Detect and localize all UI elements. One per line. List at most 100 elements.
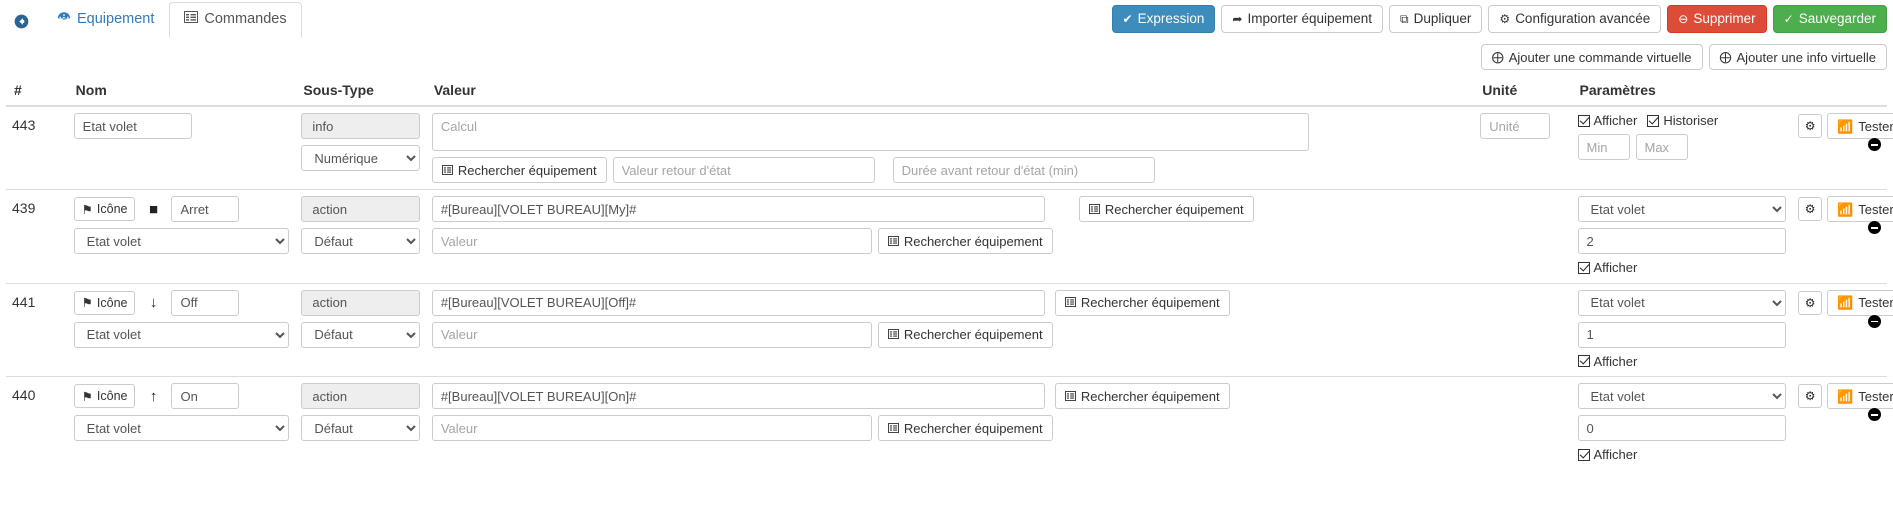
command-name-input[interactable] — [73, 113, 192, 139]
copy-icon: ⧉ — [1400, 12, 1409, 26]
command-name-input[interactable] — [171, 196, 240, 222]
value-input[interactable] — [431, 228, 872, 254]
list-icon — [184, 11, 199, 28]
return-delay-input[interactable] — [892, 157, 1155, 183]
icon-picker-button[interactable]: ⚑ Icône — [73, 384, 136, 408]
tab-bar: Equipement Commandes — [0, 0, 302, 38]
tab-equipement[interactable]: Equipement — [42, 2, 169, 38]
search-equipment-button-2[interactable]: Rechercher équipement — [877, 321, 1053, 348]
remove-command-button[interactable] — [1868, 138, 1881, 151]
linked-info-select[interactable]: Etat volet — [73, 321, 290, 348]
table-header-row: # Nom Sous-Type Valeur Unité Paramètres — [6, 76, 1887, 107]
checkbox-box — [1577, 355, 1590, 367]
search-equipment-button[interactable]: Rechercher équipement — [1054, 289, 1230, 316]
tab-commandes[interactable]: Commandes — [169, 2, 302, 38]
rss-icon: 📶 — [1837, 388, 1854, 404]
afficher-checkbox[interactable]: Afficher — [1577, 354, 1637, 369]
list-icon — [441, 164, 453, 177]
historiser-checkbox[interactable]: Historiser — [1647, 113, 1718, 128]
afficher-label: Afficher — [1593, 113, 1638, 128]
afficher-checkbox[interactable]: Afficher — [1577, 447, 1637, 462]
linked-info-select[interactable]: Etat volet — [73, 228, 290, 254]
expression-input[interactable] — [431, 196, 1045, 222]
flag-icon: ⚑ — [81, 389, 93, 404]
expression-input[interactable] — [431, 289, 1045, 316]
param-info-select[interactable]: Etat volet — [1577, 196, 1787, 222]
table-row: 439 ⚑ Icône ■ Etat volet action — [6, 189, 1893, 283]
search-equipment-button-2[interactable]: Rechercher équipement — [877, 415, 1053, 441]
icon-picker-button[interactable]: ⚑ Icône — [73, 197, 136, 221]
calcul-input[interactable] — [431, 113, 1309, 151]
command-name-input[interactable] — [171, 289, 240, 316]
expression-button[interactable]: ✔ Expression — [1111, 5, 1216, 33]
command-name-input[interactable] — [171, 383, 240, 409]
expression-input[interactable] — [431, 383, 1045, 409]
search-equipment-button[interactable]: Rechercher équipement — [431, 157, 607, 183]
gears-icon: ⚙ — [1804, 202, 1816, 216]
search-equipment-label: Rechercher équipement — [1080, 388, 1220, 404]
param-info-select[interactable]: Etat volet — [1577, 289, 1787, 316]
remove-command-button[interactable] — [1868, 221, 1881, 234]
action-subtype-select[interactable]: Défaut — [301, 321, 420, 348]
remove-command-button[interactable] — [1868, 314, 1881, 328]
row-name-cell: ⚑ Icône ↑ Etat volet — [67, 376, 296, 470]
search-equipment-button-2[interactable]: Rechercher équipement — [877, 228, 1053, 254]
row-params-cell: Etat volet Afficher — [1571, 189, 1793, 283]
configure-command-button[interactable]: ⚙ — [1798, 384, 1823, 408]
row-actions-cell: ⚙ 📶 Tester — [1792, 105, 1893, 190]
param-value-input[interactable] — [1577, 228, 1787, 254]
flag-icon: ⚑ — [81, 202, 93, 217]
advanced-config-button[interactable]: ⚙ Configuration avancée — [1488, 5, 1662, 33]
remove-command-button[interactable] — [1868, 408, 1881, 421]
configure-command-button[interactable]: ⚙ — [1798, 197, 1823, 221]
import-equipment-button[interactable]: ➦ Importer équipement — [1221, 5, 1384, 33]
back-button[interactable] — [0, 4, 42, 38]
delete-button[interactable]: ⊖ Supprimer — [1667, 5, 1767, 33]
param-value-input[interactable] — [1577, 321, 1787, 348]
table-row: 443 info Numérique — [6, 105, 1893, 190]
configure-command-button[interactable]: ⚙ — [1798, 290, 1823, 315]
min-input[interactable] — [1577, 134, 1630, 160]
linked-info-select[interactable]: Etat volet — [73, 415, 290, 441]
configure-command-button[interactable]: ⚙ — [1798, 114, 1823, 138]
value-type-select[interactable]: Numérique — [301, 145, 420, 171]
afficher-checkbox[interactable]: Afficher — [1577, 260, 1637, 275]
max-input[interactable] — [1635, 134, 1688, 160]
test-command-button[interactable]: 📶 Tester — [1827, 383, 1893, 409]
row-unit-cell — [1474, 189, 1572, 283]
row-unit-cell — [1474, 376, 1572, 470]
icon-picker-button[interactable]: ⚑ Icône — [73, 290, 136, 315]
gears-icon: ⚙ — [1804, 389, 1816, 403]
save-button[interactable]: ✓ Sauvegarder — [1772, 5, 1887, 33]
row-id: 439 — [6, 189, 68, 283]
row-unit-cell — [1474, 282, 1572, 377]
action-subtype-select[interactable]: Défaut — [301, 228, 420, 254]
test-command-button[interactable]: 📶 Tester — [1827, 113, 1893, 139]
param-info-select[interactable]: Etat volet — [1577, 383, 1787, 409]
tab-commandes-label: Commandes — [204, 11, 287, 28]
afficher-checkbox[interactable]: Afficher — [1577, 113, 1638, 128]
header-parametres: Paramètres — [1571, 76, 1793, 107]
row-params-cell: Afficher Historiser — [1571, 105, 1793, 190]
search-equipment-button[interactable]: Rechercher équipement — [1078, 196, 1254, 222]
header-id: # — [6, 76, 68, 107]
row-params-cell: Etat volet Afficher — [1571, 282, 1793, 377]
add-virtual-command-label: Ajouter une commande virtuelle — [1508, 49, 1692, 65]
add-virtual-info-button[interactable]: ⨁ Ajouter une info virtuelle — [1708, 44, 1887, 70]
test-command-button[interactable]: 📶 Tester — [1827, 289, 1893, 316]
value-input[interactable] — [431, 321, 872, 348]
action-subtype-select[interactable]: Défaut — [301, 415, 420, 441]
param-value-input[interactable] — [1577, 415, 1787, 441]
save-label: Sauvegarder — [1798, 11, 1876, 27]
arrow-up-icon: ↑ — [149, 387, 158, 405]
row-name-cell: ⚑ Icône ■ Etat volet — [67, 189, 296, 283]
unit-input[interactable] — [1480, 113, 1551, 139]
value-input[interactable] — [431, 415, 872, 441]
value-return-input[interactable] — [612, 157, 875, 183]
search-equipment-button[interactable]: Rechercher équipement — [1054, 383, 1230, 409]
test-command-button[interactable]: 📶 Tester — [1827, 196, 1893, 222]
add-virtual-command-button[interactable]: ⨁ Ajouter une commande virtuelle — [1480, 44, 1703, 70]
header-nom: Nom — [67, 76, 296, 107]
header-valeur: Valeur — [425, 76, 1475, 107]
duplicate-button[interactable]: ⧉ Dupliquer — [1389, 5, 1483, 33]
